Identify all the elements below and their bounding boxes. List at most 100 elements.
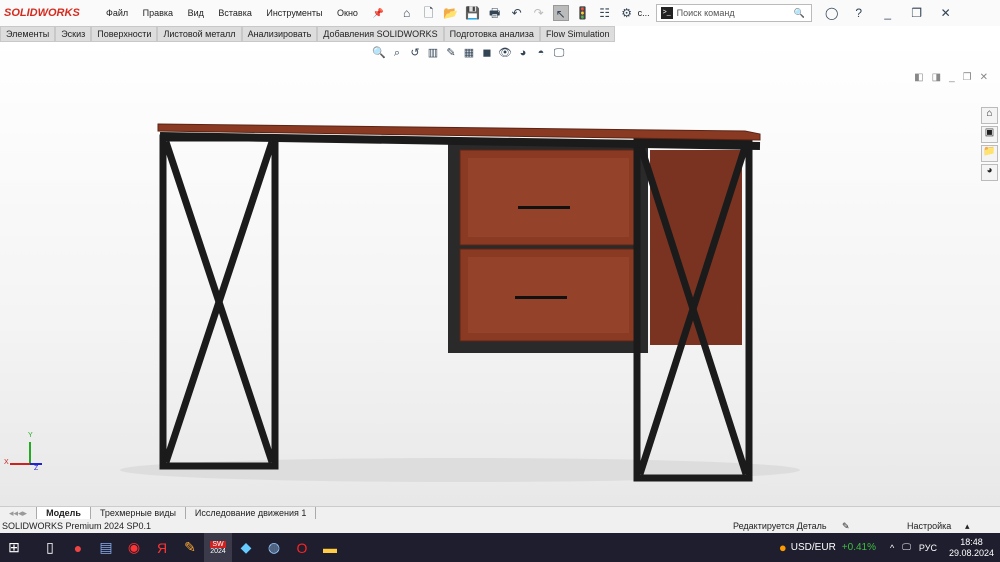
task-view-icon[interactable]: ▯ [36, 533, 64, 562]
start-icon[interactable]: ⊞ [0, 533, 28, 562]
zoom-area-icon[interactable]: ⌕ [390, 45, 404, 61]
axis-triad: Y X Z [4, 432, 44, 477]
traffic-light-icon[interactable]: 🚦 [575, 5, 591, 21]
tab-flow-simulation[interactable]: Flow Simulation [539, 26, 616, 42]
title-bar: SOLIDWORKS Файл Правка Вид Вставка Инстр… [0, 0, 1000, 26]
clock[interactable]: 18:48 29.08.2024 [949, 537, 994, 559]
help-icon[interactable]: ? [851, 5, 867, 21]
bottom-drawer-handle [515, 296, 567, 299]
tab-sheet-metal[interactable]: Листовой металл [157, 26, 242, 42]
close-icon[interactable]: ✕ [938, 5, 954, 21]
paint-icon[interactable]: ✎ [176, 533, 204, 562]
triad-x-label: X [4, 459, 9, 466]
tab-scroll-arrows[interactable]: ◂◂◂▸ [0, 507, 38, 519]
panel-left-icon[interactable]: ◧ [914, 72, 923, 83]
viewport-close-icon[interactable]: ✕ [980, 72, 988, 83]
search-icon[interactable]: 🔍 [793, 8, 804, 19]
search-input[interactable]: Поиск команд [677, 8, 794, 18]
rebuild-icon[interactable]: ✎ [842, 519, 850, 533]
apply-scene-icon[interactable]: ◓ [534, 45, 548, 61]
terminal-icon: >_ [660, 7, 673, 19]
settings-arrow-icon[interactable]: ▴ [965, 519, 970, 533]
panel-right-icon[interactable]: ◨ [932, 72, 941, 83]
status-bar: SOLIDWORKS Premium 2024 SP0.1 Редактируе… [0, 519, 1000, 533]
undo-icon[interactable]: ↶ [509, 5, 525, 21]
tab-addins[interactable]: Добавления SOLIDWORKS [317, 26, 444, 42]
toolbar-overflow[interactable]: c... [638, 8, 650, 18]
recorder-icon[interactable]: ◉ [120, 533, 148, 562]
paint-3d-icon[interactable]: ◍ [260, 533, 288, 562]
section-view-icon[interactable]: ▥ [426, 45, 440, 61]
ticker-change: +0.41% [841, 542, 876, 553]
top-drawer-face [468, 158, 629, 237]
select-arrow-icon[interactable]: ↖ [552, 5, 569, 21]
tray-chevron-icon[interactable]: ^ [890, 543, 894, 553]
open-icon[interactable]: 📂 [443, 5, 459, 21]
menu-bar: Файл Правка Вид Вставка Инструменты Окно… [100, 8, 390, 19]
edit-appearance-icon[interactable]: ◕ [516, 45, 530, 61]
home-icon[interactable]: ⌂ [399, 5, 415, 21]
view-settings-icon[interactable]: 🖵 [552, 45, 566, 61]
clock-time: 18:48 [960, 536, 983, 547]
ticker-name[interactable]: USD/EUR [791, 542, 836, 553]
hide-show-icon[interactable]: 👁 [498, 45, 512, 61]
task-pane: ⌂ ▣ 📁 ◕ [981, 107, 998, 181]
yandex-icon[interactable]: Я [148, 533, 176, 562]
language-indicator[interactable]: РУС [919, 543, 937, 553]
tab-model[interactable]: Модель [37, 507, 91, 519]
left-leg-frame [159, 134, 279, 470]
display-style-icon[interactable]: ◼ [480, 45, 494, 61]
graphics-area[interactable]: ◧ ◨ _ ❐ ✕ ⌂ ▣ 📁 ◕ Y X Z [0, 42, 1000, 506]
menu-tools[interactable]: Инструменты [266, 8, 322, 18]
clock-date: 29.08.2024 [948, 547, 994, 558]
solidworks-version-badge: 2024 [210, 547, 226, 555]
tab-3d-views[interactable]: Трехмерные виды [91, 507, 186, 519]
new-document-icon[interactable]: 🗋 [421, 5, 437, 21]
previous-view-icon[interactable]: ↺ [408, 45, 422, 61]
network-icon[interactable]: 🖵 [902, 542, 911, 553]
file-properties-icon[interactable]: ☷ [597, 5, 613, 21]
view-orientation-icon[interactable]: ▦ [462, 45, 476, 61]
viewport-restore-icon[interactable]: ❐ [963, 72, 972, 83]
minimize-icon[interactable]: _ [880, 5, 896, 21]
tab-surfaces[interactable]: Поверхности [91, 26, 158, 42]
home-icon[interactable]: ⌂ [981, 107, 998, 124]
viewport-minimize-icon[interactable]: _ [949, 72, 955, 83]
viewport-window-controls: ◧ ◨ _ ❐ ✕ [914, 72, 988, 83]
tab-evaluate[interactable]: Анализировать [241, 26, 318, 42]
notepad-icon[interactable]: ▤ [92, 533, 120, 562]
tab-motion-study[interactable]: Исследование движения 1 [186, 507, 317, 519]
opera-icon[interactable]: O [288, 533, 316, 562]
design-library-icon[interactable]: ▣ [981, 126, 998, 143]
menu-insert[interactable]: Вставка [218, 8, 251, 18]
restore-icon[interactable]: ❐ [909, 5, 925, 21]
user-icon[interactable]: ◯ [824, 5, 840, 21]
heads-up-toolbar: 🔍 ⌕ ↺ ▥ ✎ ▦ ◼ 👁 ◕ ◓ 🖵 [370, 45, 568, 61]
dynamic-annotation-icon[interactable]: ✎ [444, 45, 458, 61]
menu-file[interactable]: Файл [106, 8, 128, 18]
file-explorer-icon[interactable]: ▬ [316, 533, 344, 562]
chrome-icon[interactable]: ● [64, 533, 92, 562]
tab-features[interactable]: Элементы [0, 26, 56, 42]
command-search[interactable]: >_ Поиск команд 🔍 [655, 4, 812, 22]
currency-icon: ● [778, 540, 787, 555]
menu-view[interactable]: Вид [188, 8, 204, 18]
bottom-tabs: ◂◂◂▸ Модель Трехмерные виды Исследование… [0, 506, 1000, 519]
redo-icon[interactable]: ↷ [531, 5, 547, 21]
print-icon[interactable]: 🖶 [487, 5, 503, 21]
solidworks-logo: SOLIDWORKS [4, 7, 80, 19]
file-explorer-icon[interactable]: 📁 [981, 145, 998, 162]
edit-mode-text: Редактируется Деталь [733, 521, 827, 531]
menu-window[interactable]: Окно [337, 8, 358, 18]
pin-icon[interactable]: 📌 [372, 8, 383, 18]
appearances-icon[interactable]: ◕ [981, 164, 998, 181]
save-icon[interactable]: 💾 [465, 5, 481, 21]
tab-sketch[interactable]: Эскиз [55, 26, 92, 42]
app-icon[interactable]: ◆ [232, 533, 260, 562]
gear-icon[interactable]: ⚙ [619, 5, 635, 21]
zoom-to-fit-icon[interactable]: 🔍 [372, 45, 386, 61]
menu-edit[interactable]: Правка [143, 8, 173, 18]
tab-simulation-prep[interactable]: Подготовка анализа [443, 26, 540, 42]
solidworks-icon[interactable]: SW 2024 [204, 533, 232, 562]
units-settings[interactable]: Настройка [907, 519, 951, 533]
